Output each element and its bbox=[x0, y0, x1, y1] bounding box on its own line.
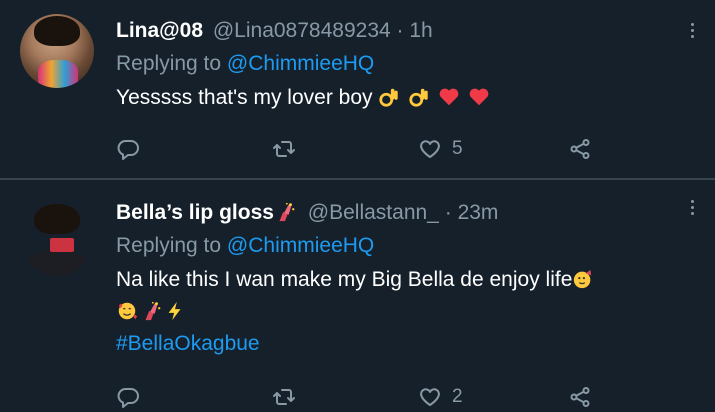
avatar-hair bbox=[34, 204, 80, 234]
heart-outline-icon bbox=[420, 140, 440, 158]
timestamp[interactable]: 23m bbox=[458, 201, 499, 224]
heart-outline-icon bbox=[420, 388, 440, 406]
like-button[interactable]: 2 bbox=[418, 382, 463, 412]
like-count: 5 bbox=[452, 138, 463, 159]
avatar-hair bbox=[34, 16, 80, 46]
more-options-icon[interactable] bbox=[689, 20, 695, 42]
tweet-text-line1: Na like this I wan make my Big Bella de … bbox=[116, 268, 573, 291]
tweet-lina[interactable]: Lina@08 @Lina0878489234 · 1h Replying to… bbox=[0, 0, 715, 178]
ok-hand-emoji bbox=[409, 88, 428, 107]
retweet-icon bbox=[273, 141, 295, 157]
share-icon bbox=[570, 387, 590, 407]
tweet-content: Bella’s lip gloss @Bellastann_ · 23m Rep… bbox=[116, 198, 675, 360]
more-options-icon[interactable] bbox=[689, 197, 695, 219]
like-button[interactable]: 5 bbox=[418, 134, 463, 164]
avatar[interactable] bbox=[20, 14, 94, 88]
tweet-text: Na like this I wan make my Big Bella de … bbox=[116, 264, 675, 360]
reply-icon bbox=[117, 140, 139, 160]
tweet-text: Yesssss that's my lover boy bbox=[116, 82, 675, 114]
reply-icon bbox=[117, 388, 139, 408]
tweet-header: Bella’s lip gloss @Bellastann_ · 23m bbox=[116, 198, 675, 228]
separator-dot: · bbox=[444, 201, 452, 224]
retweet-icon bbox=[273, 389, 295, 405]
replying-to-label: Replying to bbox=[116, 52, 227, 75]
reply-button[interactable] bbox=[116, 382, 140, 412]
red-heart-emoji bbox=[469, 88, 489, 106]
display-name[interactable]: Lina@08 bbox=[116, 19, 203, 42]
display-name[interactable]: Bella’s lip gloss bbox=[116, 201, 274, 224]
hashtag-link[interactable]: #BellaOkagbue bbox=[116, 332, 260, 355]
tweet-divider bbox=[0, 178, 715, 180]
lightning-emoji bbox=[168, 301, 181, 321]
sparkle-hands-emoji bbox=[145, 301, 161, 321]
replying-to-label: Replying to bbox=[116, 234, 227, 257]
avatar-card bbox=[50, 238, 74, 252]
avatar-outfit bbox=[26, 250, 88, 276]
user-handle[interactable]: @Lina0878489234 bbox=[213, 19, 391, 42]
mention-link[interactable]: @ChimmieeHQ bbox=[227, 234, 374, 257]
like-count: 2 bbox=[452, 386, 463, 407]
replying-to: Replying to @ChimmieeHQ bbox=[116, 50, 675, 78]
retweet-button[interactable] bbox=[272, 382, 296, 412]
share-button[interactable] bbox=[568, 134, 592, 164]
avatar-outfit bbox=[38, 60, 78, 88]
sparkle-hands-emoji bbox=[279, 202, 295, 222]
tweet-header: Lina@08 @Lina0878489234 · 1h bbox=[116, 16, 675, 46]
share-icon bbox=[570, 139, 590, 159]
replying-to: Replying to @ChimmieeHQ bbox=[116, 232, 675, 260]
partying-face-emoji bbox=[574, 269, 592, 289]
retweet-button[interactable] bbox=[272, 134, 296, 164]
tweet-text-body: Yesssss that's my lover boy bbox=[116, 86, 373, 109]
red-heart-emoji bbox=[439, 88, 459, 106]
tweet-actions: 2 bbox=[116, 382, 596, 412]
timestamp[interactable]: 1h bbox=[409, 19, 432, 42]
avatar[interactable] bbox=[20, 202, 94, 276]
reply-button[interactable] bbox=[116, 134, 140, 164]
user-handle[interactable]: @Bellastann_ bbox=[308, 201, 439, 224]
ok-hand-emoji bbox=[379, 88, 399, 107]
mention-link[interactable]: @ChimmieeHQ bbox=[227, 52, 374, 75]
tweet-actions: 5 bbox=[116, 134, 596, 164]
share-button[interactable] bbox=[568, 382, 592, 412]
tweet-content: Lina@08 @Lina0878489234 · 1h Replying to… bbox=[116, 16, 675, 114]
smiling-face-with-hearts-emoji bbox=[118, 302, 138, 320]
separator-dot: · bbox=[396, 19, 404, 42]
